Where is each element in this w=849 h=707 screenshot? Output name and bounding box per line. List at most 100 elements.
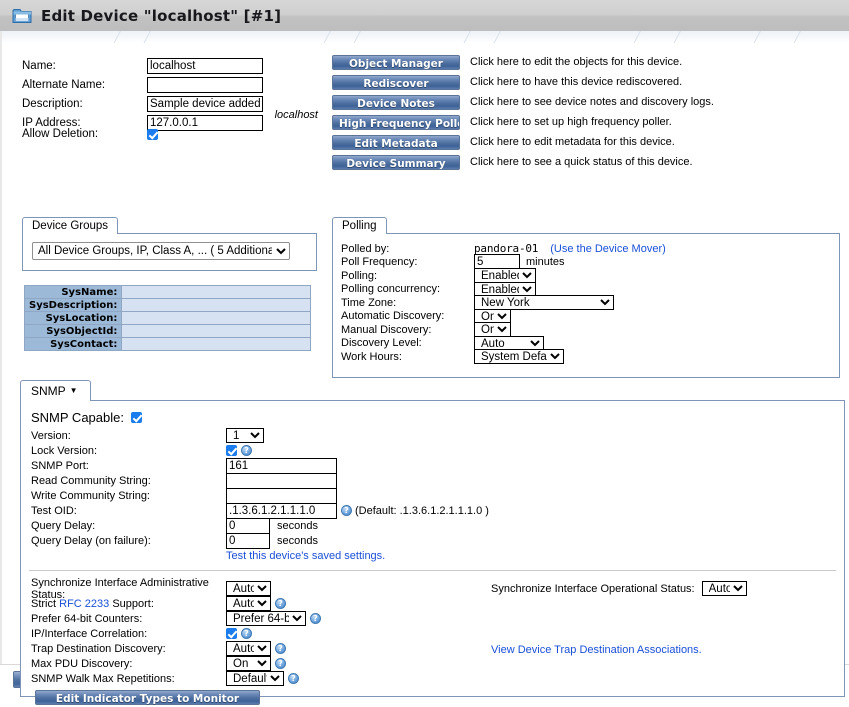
device-mover-link[interactable]: (Use the Device Mover) — [550, 243, 666, 255]
snmp-write-community-row: Write Community String: — [21, 487, 844, 504]
snmp-version-label: Version: — [31, 429, 71, 442]
name-label: Name: — [22, 59, 56, 72]
trap-destination-discovery-row: Trap Destination Discovery: Auto ? — [21, 641, 491, 656]
snmp-test-oid-row: Test OID: ? (Default: .1.3.6.1.2.1.1.1.0… — [21, 502, 844, 519]
header-watermark — [2, 31, 849, 43]
snmp-test-oid-default: (Default: .1.3.6.1.2.1.1.1.0 ) — [355, 504, 489, 517]
timezone-row: Time Zone: New York — [341, 295, 839, 311]
rediscover-button[interactable]: Rediscover — [332, 75, 460, 90]
polled-by-row: Polled by: pandora-01 (Use the Device Mo… — [341, 242, 839, 256]
system-info-table: SysName: SysDescription: SysLocation: Sy… — [23, 285, 312, 351]
snmp-interface-settings-left: Synchronize Interface Administrative Sta… — [21, 577, 491, 706]
name-input[interactable] — [147, 57, 263, 74]
syslocation-value — [121, 311, 312, 325]
help-icon[interactable]: ? — [275, 598, 286, 609]
prefer-64bit-counters-select[interactable]: Prefer 64-bit — [226, 611, 306, 626]
table-row: SysLocation: — [23, 311, 312, 325]
field-row-alternate-name: Alternate Name: — [22, 76, 322, 93]
snmp-query-delay-label: Query Delay: — [31, 519, 96, 532]
syscontact-value — [121, 337, 312, 351]
snmp-capable-checkbox[interactable] — [130, 412, 142, 423]
snmp-walk-max-repetitions-label: SNMP Walk Max Repetitions: — [31, 672, 175, 685]
snmp-query-delay-row: Query Delay: seconds — [21, 517, 844, 534]
help-icon[interactable]: ? — [341, 505, 352, 516]
sync-admin-status-row: Synchronize Interface Administrative Sta… — [21, 577, 491, 601]
ip-address-label: IP Address: — [22, 116, 81, 129]
sync-oper-status-row: Synchronize Interface Operational Status… — [471, 581, 846, 596]
snmp-query-delay-failure-input[interactable] — [226, 532, 270, 549]
poll-frequency-label: Poll Frequency: — [341, 256, 418, 269]
table-row: SysContact: — [23, 337, 312, 351]
allow-deletion-label: Allow Deletion: — [22, 128, 99, 140]
help-icon[interactable]: ? — [275, 658, 286, 669]
max-pdu-discovery-select[interactable]: On — [226, 656, 271, 671]
snmp-read-community-input[interactable] — [226, 472, 337, 489]
high-frequency-poller-button[interactable]: High Frequency Poller — [332, 115, 460, 130]
snmp-query-delay-failure-label: Query Delay (on failure): — [31, 534, 151, 547]
max-pdu-discovery-label: Max PDU Discovery: — [31, 657, 133, 670]
work-hours-select[interactable]: System Default — [474, 349, 564, 365]
object-manager-button[interactable]: Object Manager — [332, 55, 460, 70]
edit-metadata-button[interactable]: Edit Metadata — [332, 135, 460, 150]
snmp-version-row: Version: 1 — [21, 428, 844, 443]
device-groups-tab[interactable]: Device Groups — [22, 217, 119, 234]
allow-deletion-checkbox[interactable] — [147, 128, 158, 140]
snmp-lock-version-row: Lock Version: ? — [21, 443, 844, 458]
help-icon[interactable]: ? — [288, 673, 299, 684]
snmp-test-oid-input[interactable] — [226, 502, 337, 519]
ip-interface-correlation-row: IP/Interface Correlation: ? — [21, 626, 491, 641]
snmp-query-delay-failure-row: Query Delay (on failure): seconds — [21, 532, 844, 549]
allow-deletion-row: Allow Deletion: — [22, 128, 158, 140]
prefer-64bit-counters-row: Prefer 64-bit Counters: Prefer 64-bit ? — [21, 611, 491, 626]
trap-associations-row: View Device Trap Destination Association… — [471, 596, 846, 658]
snmp-port-input[interactable] — [226, 457, 337, 474]
trap-destination-discovery-select[interactable]: Auto — [226, 641, 271, 656]
strict-rfc-select[interactable]: Auto — [226, 596, 271, 611]
device-folder-icon — [12, 7, 32, 24]
edit-indicator-types-button[interactable]: Edit Indicator Types to Monitor — [35, 689, 260, 705]
automatic-discovery-row: Automatic Discovery: On — [341, 308, 839, 324]
poll-frequency-units: minutes — [526, 256, 565, 269]
sync-admin-status-select[interactable]: Auto — [226, 581, 271, 596]
snmp-tab-label: SNMP — [31, 384, 66, 398]
test-saved-settings-link[interactable]: Test this device's saved settings. — [226, 550, 385, 562]
rfc-2233-link[interactable]: RFC 2233 — [59, 598, 109, 610]
device-groups-select[interactable]: All Device Groups, IP, Class A, ... ( 5 … — [32, 242, 290, 260]
snmp-lock-version-checkbox[interactable] — [226, 445, 237, 456]
snmp-tab[interactable]: SNMP ▼ — [20, 380, 91, 401]
sysname-label: SysName: — [23, 285, 123, 299]
snmp-version-select[interactable]: 1 — [226, 428, 264, 443]
snmp-query-delay-input[interactable] — [226, 517, 270, 534]
help-icon[interactable]: ? — [310, 613, 321, 624]
snmp-read-community-label: Read Community String: — [31, 474, 151, 487]
syscontact-label: SysContact: — [23, 337, 123, 351]
alternate-name-input[interactable] — [147, 76, 263, 93]
view-trap-associations-link[interactable]: View Device Trap Destination Association… — [491, 644, 702, 656]
help-icon[interactable]: ? — [241, 445, 252, 456]
snmp-capable-label: SNMP Capable: — [31, 410, 124, 425]
hint-edit-metadata: Click here to edit metadata for this dev… — [470, 136, 675, 148]
polling-tab[interactable]: Polling — [332, 217, 387, 234]
page-content: Name: Alternate Name: Description: IP Ad… — [0, 31, 849, 705]
ip-interface-correlation-checkbox[interactable] — [226, 628, 237, 639]
field-row-name: Name: — [22, 57, 322, 74]
snmp-query-delay-units: seconds — [277, 519, 318, 532]
sync-oper-status-select[interactable]: Auto — [701, 581, 747, 596]
hint-device-summary: Click here to see a quick status of this… — [470, 156, 693, 168]
device-notes-button[interactable]: Device Notes — [332, 95, 460, 110]
table-row: SysDescription: — [23, 298, 312, 312]
sysdescription-value — [121, 298, 312, 312]
snmp-walk-max-repetitions-select[interactable]: Default — [226, 671, 284, 686]
snmp-query-delay-failure-units: seconds — [277, 534, 318, 547]
help-icon[interactable]: ? — [275, 643, 286, 654]
snmp-test-oid-label: Test OID: — [31, 504, 77, 517]
device-basic-form: Name: Alternate Name: Description: IP Ad… — [22, 57, 322, 133]
snmp-panel: SNMP ▼ SNMP Capable: Version: 1 Lock Vers… — [20, 380, 846, 705]
snmp-capable-row: SNMP Capable: — [21, 401, 844, 425]
hint-device-notes: Click here to see device notes and disco… — [470, 96, 714, 108]
polling-row: Polling: Enabled — [341, 268, 839, 284]
help-icon[interactable]: ? — [241, 628, 252, 639]
snmp-write-community-input[interactable] — [226, 487, 337, 504]
indicator-button-row: Edit Indicator Types to Monitor — [21, 688, 491, 706]
device-summary-button[interactable]: Device Summary — [332, 155, 460, 170]
